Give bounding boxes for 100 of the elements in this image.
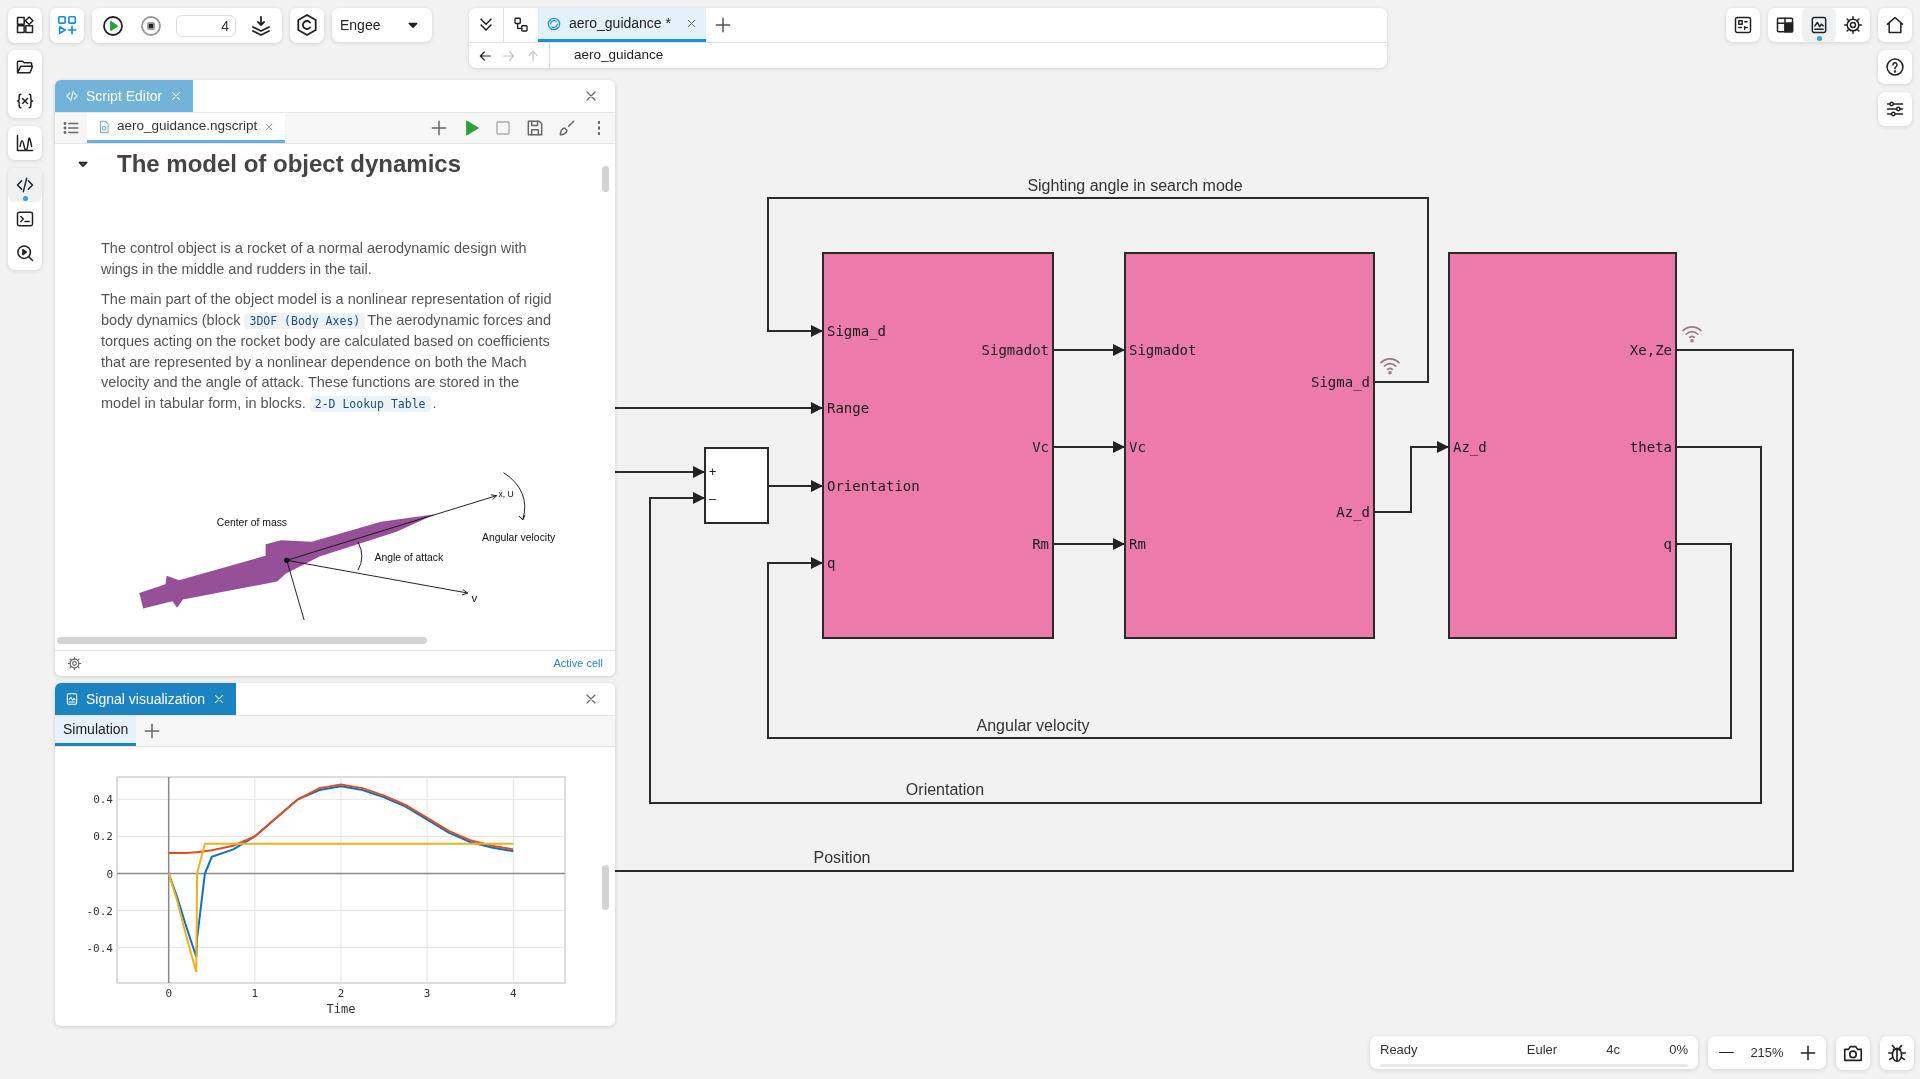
status-text: Ready <box>1380 1041 1418 1059</box>
code-icon <box>65 89 79 103</box>
sign-label: – <box>709 492 717 506</box>
port-label: Rm <box>1032 536 1049 552</box>
plus-icon <box>713 15 733 35</box>
tick-label: 1 <box>251 987 259 1000</box>
kebab-icon <box>597 121 601 135</box>
play-icon <box>101 13 125 38</box>
monitor-chart-icon <box>65 692 79 706</box>
duration-text: 4c <box>1606 1041 1620 1059</box>
sliders-icon <box>1885 99 1905 119</box>
tick-label: 0 <box>165 987 172 1000</box>
breadcrumb[interactable]: aero_guidance <box>550 45 664 66</box>
tick-label: 4 <box>510 987 517 1000</box>
sign-label: + <box>709 465 717 479</box>
code-icon <box>15 175 35 195</box>
brush-icon <box>557 118 577 138</box>
monitor-chart-icon <box>1809 15 1829 35</box>
step-count-field[interactable]: 4 <box>176 14 236 37</box>
signal-label: Sighting angle in search mode <box>1027 177 1243 194</box>
panel-tab[interactable]: Signal visualization <box>55 683 237 715</box>
board-icon <box>1733 15 1753 35</box>
port-label: Range <box>827 400 870 416</box>
signal-label: Angular velocity <box>976 717 1090 734</box>
subsystem-block[interactable] <box>1448 252 1677 639</box>
tick-label: -0.2 <box>86 904 113 918</box>
variables-icon <box>15 91 35 111</box>
port-label: Sigma_d <box>1311 374 1370 390</box>
zoom-level: 215% <box>1750 1043 1784 1062</box>
list-icon <box>62 119 80 137</box>
tick-label: 0.4 <box>93 793 113 807</box>
port-label: theta <box>1629 439 1672 455</box>
sum-block[interactable] <box>704 447 769 524</box>
table-icon <box>1775 15 1795 35</box>
blocks-icon <box>56 14 78 36</box>
minus-icon <box>1718 1051 1734 1054</box>
vertical-scrollbar[interactable] <box>602 166 609 192</box>
file-tab[interactable]: aero_guidance.ngscript <box>87 113 286 143</box>
subsystem-block[interactable] <box>822 252 1054 639</box>
chart-icon <box>15 133 35 153</box>
stop-icon <box>494 119 512 137</box>
paragraph: The control object is a rocket of a normal aerodynamic design with wings in the middle and rudders in the tail. <box>101 239 528 279</box>
horizontal-scrollbar[interactable] <box>57 637 427 644</box>
axis-label: Time <box>326 1002 356 1016</box>
tick-label: 0 <box>106 867 113 881</box>
figure-label: v <box>471 591 478 604</box>
tick-label: -0.4 <box>86 941 113 955</box>
gear-icon <box>1843 15 1863 35</box>
vertical-scrollbar[interactable] <box>602 865 609 910</box>
signal-label: Position <box>813 849 871 866</box>
port-label: Az_d <box>1336 504 1370 520</box>
file-icon <box>97 119 111 134</box>
layers-icon <box>249 13 273 38</box>
help-icon <box>1885 57 1905 77</box>
port-label: Sigma_d <box>827 323 886 339</box>
heading: The model of object dynamics <box>117 149 462 179</box>
plus-icon <box>429 118 449 138</box>
model-icon <box>546 15 562 32</box>
sidebar-button[interactable] <box>8 168 42 202</box>
tab-label: Script Editor <box>86 86 163 106</box>
port-label: q <box>1663 536 1672 552</box>
toolbar-button[interactable] <box>1802 8 1836 42</box>
figure-label: Angle of attack <box>374 552 444 564</box>
bug-icon <box>1886 1042 1908 1064</box>
tick-label: 3 <box>423 987 431 1000</box>
signal-logging-icon[interactable] <box>1381 358 1399 374</box>
port-label: Sigmadot <box>981 342 1049 358</box>
close-button[interactable] <box>685 17 698 30</box>
tab-label: Signal visualization <box>86 689 206 709</box>
figure-label: Angular velocity <box>481 532 556 544</box>
port-label: Sigmadot <box>1129 342 1197 358</box>
save-icon <box>525 118 545 138</box>
apps-icon <box>15 15 35 35</box>
stop-icon <box>139 13 163 38</box>
home-icon <box>1885 15 1905 35</box>
port-label: Orientation <box>827 478 920 494</box>
port-label: Vc <box>1129 439 1146 455</box>
paragraph: The main part of the object model is a nonlinear representation of rigid body dynamics (block 3DOF (Body Axes) The aerodynamic forces and torques acting on the rocket body are calculated based on coefficients that are represented by a nonlinear dependence on both the Mach velocity and the angle of attack. These functions are stored in the model in tabular form, in blocks. 2-D Lookup Table . <box>101 290 553 414</box>
windows-icon <box>512 16 530 34</box>
figure-label: x, U <box>498 489 514 500</box>
terminal-icon <box>15 209 35 229</box>
close-icon <box>685 17 698 30</box>
solver-text: Euler <box>1526 1041 1558 1059</box>
port-label: Xe,Ze <box>1629 342 1672 358</box>
hexagon-c-icon <box>295 13 319 37</box>
signal-logging-icon[interactable] <box>1683 326 1701 342</box>
tab-label: aero_guidance * <box>569 14 671 33</box>
model-tab[interactable]: aero_guidance * <box>538 8 706 42</box>
view-tab[interactable]: Simulation <box>55 716 137 746</box>
magnifier-icon <box>15 243 35 263</box>
progress-text: 0% <box>1669 1041 1688 1059</box>
active-cell-link[interactable]: Active cell <box>553 655 603 672</box>
subsystem-block[interactable] <box>1124 252 1375 639</box>
tick-label: 2 <box>337 987 345 1000</box>
port-label: Rm <box>1129 536 1146 552</box>
engine-dropdown[interactable]: Engee <box>332 8 432 42</box>
tab-label: aero_guidance.ngscript <box>117 117 258 136</box>
gear-icon <box>67 656 82 671</box>
tick-label: 0.2 <box>93 830 113 844</box>
port-label: Az_d <box>1453 439 1487 455</box>
